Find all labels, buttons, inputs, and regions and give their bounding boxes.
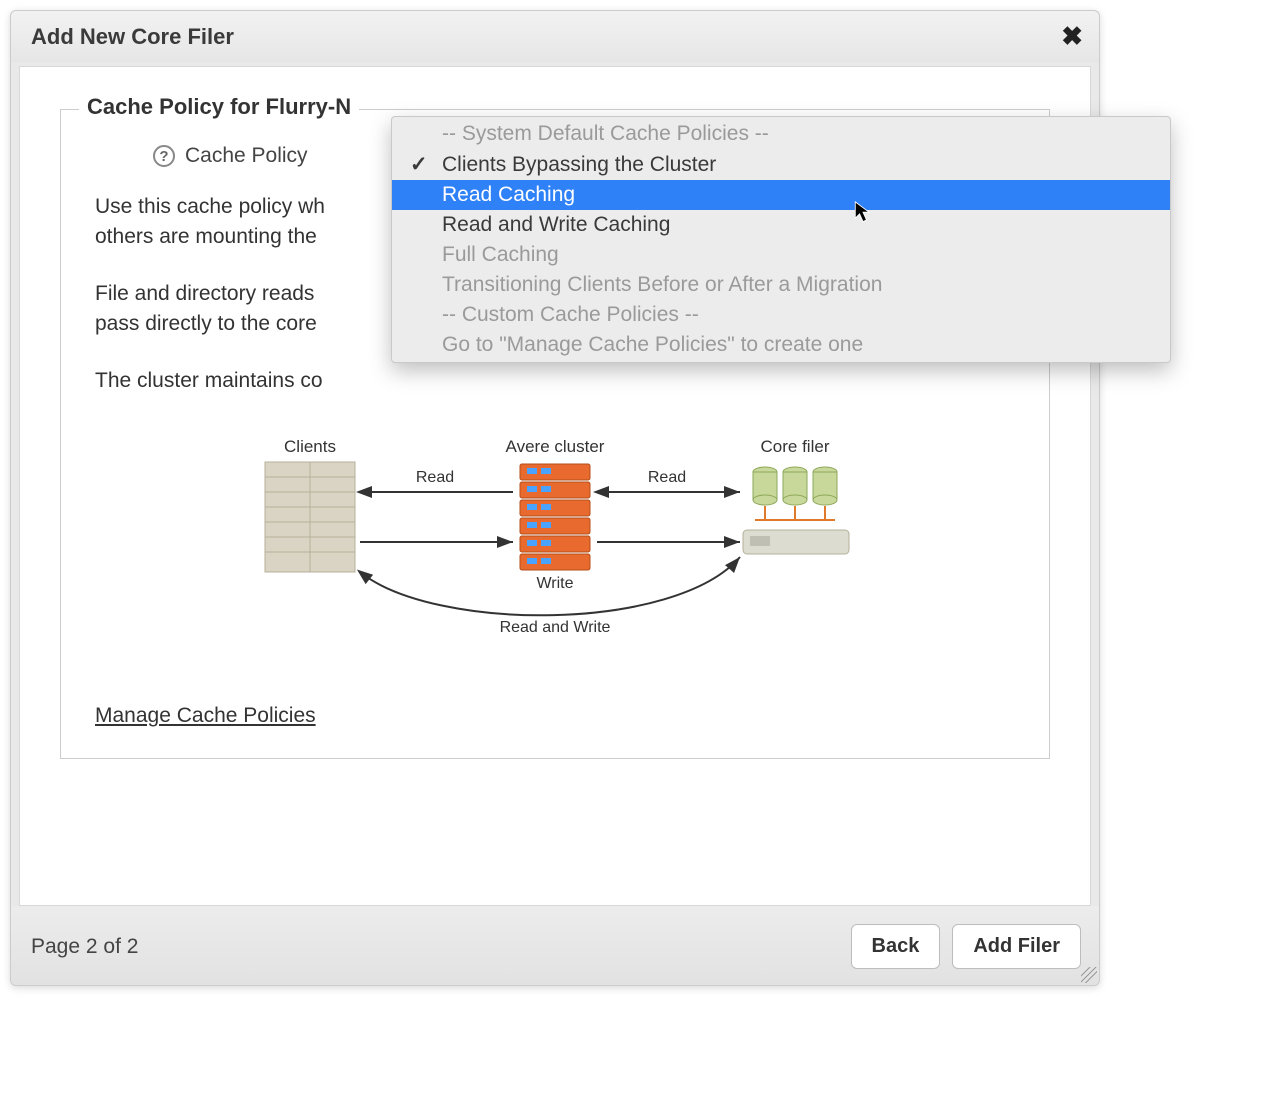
page-indicator: Page 2 of 2 [31, 935, 138, 959]
core-filer-icon [743, 467, 849, 554]
dropdown-option-read-caching[interactable]: Read Caching [392, 180, 1170, 210]
dropdown-header-system: -- System Default Cache Policies -- [392, 119, 1170, 149]
legend-prefix: Cache Policy for [87, 94, 266, 119]
diagram-write-label: Write [536, 575, 573, 592]
resize-grip-icon[interactable] [1081, 967, 1097, 983]
close-icon[interactable]: ✖ [1061, 21, 1083, 52]
desc-p1: Use this cache policy wh [95, 195, 325, 218]
diagram-clients-label: Clients [284, 437, 336, 456]
add-core-filer-dialog: Add New Core Filer ✖ Cache Policy for Fl… [10, 10, 1100, 986]
dropdown-option-bypass[interactable]: ✓Clients Bypassing the Cluster [392, 149, 1170, 180]
check-icon: ✓ [410, 152, 442, 177]
desc-p3: The cluster maintains co [95, 369, 323, 392]
cache-policy-label: Cache Policy [185, 144, 308, 168]
footer-buttons: Back Add Filer [851, 924, 1081, 969]
desc-p1-line2: others are mounting the [95, 225, 317, 248]
diagram-cluster-label: Avere cluster [506, 437, 605, 456]
diagram-read-right: Read [648, 469, 686, 486]
dropdown-option-goto-manage: Go to "Manage Cache Policies" to create … [392, 330, 1170, 360]
diagram-read-left: Read [416, 469, 454, 486]
cache-policy-diagram: Clients Avere cluster Core filer [95, 422, 1015, 662]
dialog-footer: Page 2 of 2 Back Add Filer [11, 906, 1099, 985]
diagram-readwrite-label: Read and Write [500, 619, 611, 636]
dropdown-option-transitioning: Transitioning Clients Before or After a … [392, 270, 1170, 300]
dropdown-option-full-caching: Full Caching [392, 240, 1170, 270]
dropdown-header-custom: -- Custom Cache Policies -- [392, 300, 1170, 330]
desc-p2-line2: pass directly to the core [95, 312, 317, 335]
manage-cache-policies-link[interactable]: Manage Cache Policies [95, 704, 316, 728]
desc-p2: File and directory reads [95, 282, 314, 305]
avere-cluster-icon [520, 464, 590, 570]
dropdown-option-read-write-caching[interactable]: Read and Write Caching [392, 210, 1170, 240]
fieldset-legend: Cache Policy for Flurry-N [79, 94, 359, 120]
diagram-corefiler-label: Core filer [761, 437, 830, 456]
help-icon[interactable]: ? [153, 145, 175, 167]
back-button[interactable]: Back [851, 924, 941, 969]
dialog-header: Add New Core Filer ✖ [11, 11, 1099, 62]
legend-filer-name: Flurry-N [266, 94, 352, 119]
dialog-title: Add New Core Filer [31, 24, 234, 50]
cache-policy-dropdown[interactable]: -- System Default Cache Policies -- ✓Cli… [391, 116, 1171, 363]
add-filer-button[interactable]: Add Filer [952, 924, 1081, 969]
clients-icon [265, 462, 355, 572]
